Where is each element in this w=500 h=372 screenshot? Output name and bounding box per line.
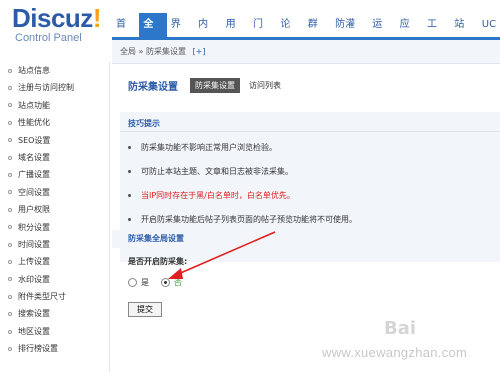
watermark-logo: Bai [384,318,417,339]
annotation-arrow-icon [168,231,276,279]
watermark-text: www.xuewangzhan.com [322,345,468,360]
